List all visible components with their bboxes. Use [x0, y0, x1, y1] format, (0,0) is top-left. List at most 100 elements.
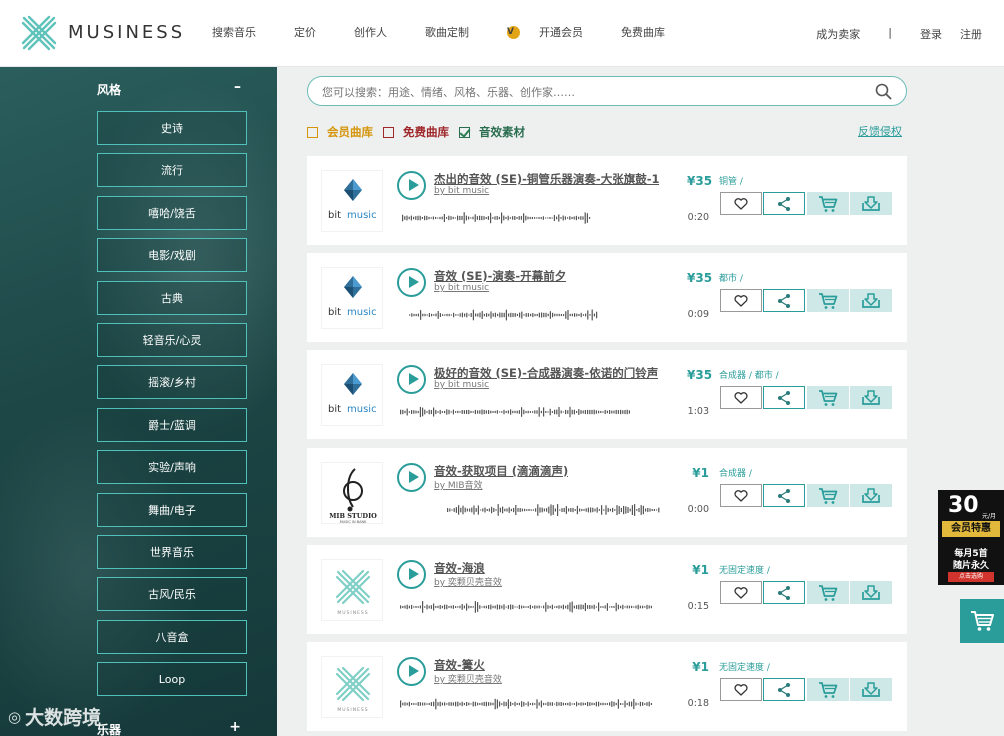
- track-tags[interactable]: 都市 /: [719, 271, 743, 284]
- track-cover[interactable]: bit music: [321, 364, 383, 426]
- add-to-cart-button[interactable]: [807, 289, 849, 312]
- musiness-logo-icon[interactable]: [20, 14, 58, 52]
- track-author[interactable]: by MIB音效: [434, 478, 483, 491]
- favorite-button[interactable]: [720, 289, 762, 312]
- waveform[interactable]: [447, 498, 661, 522]
- add-to-cart-button[interactable]: [807, 386, 849, 409]
- add-to-cart-button[interactable]: [807, 484, 849, 507]
- track-cover[interactable]: bit music: [321, 267, 383, 329]
- login-link[interactable]: 登录: [920, 26, 942, 42]
- sidebar-item-film[interactable]: 电影/戏剧: [97, 238, 247, 273]
- add-to-cart-button[interactable]: [807, 678, 849, 701]
- search-icon[interactable]: [875, 83, 892, 100]
- sidebar-item-experimental[interactable]: 实验/声响: [97, 450, 247, 485]
- track-title[interactable]: 杰出的音效 (SE)-铜管乐器演奏-大张旗鼓-1: [434, 171, 659, 187]
- favorite-button[interactable]: [720, 192, 762, 215]
- checkbox[interactable]: [383, 126, 394, 138]
- register-link[interactable]: 注册: [960, 26, 982, 42]
- play-button[interactable]: [397, 171, 426, 200]
- sidebar-item-jazz[interactable]: 爵士/蓝调: [97, 407, 247, 442]
- checkbox[interactable]: [307, 126, 318, 138]
- share-button[interactable]: [763, 581, 805, 604]
- play-button[interactable]: [397, 560, 426, 589]
- download-button[interactable]: [850, 289, 892, 312]
- sidebar-item-light[interactable]: 轻音乐/心灵: [97, 322, 247, 357]
- track-title[interactable]: 音效-海浪: [434, 560, 485, 576]
- brand-name[interactable]: MUSINESS: [68, 22, 185, 43]
- nav-open-vip[interactable]: V 开通会员: [507, 24, 602, 40]
- sidebar-item-hiphop[interactable]: 嘻哈/饶舌: [97, 195, 247, 230]
- download-button[interactable]: [850, 678, 892, 701]
- download-button[interactable]: [850, 581, 892, 604]
- share-button[interactable]: [763, 289, 805, 312]
- waveform[interactable]: [402, 206, 592, 230]
- favorite-button[interactable]: [720, 386, 762, 409]
- download-button[interactable]: [850, 386, 892, 409]
- track-tags[interactable]: 铜管 /: [719, 174, 743, 187]
- share-button[interactable]: [763, 484, 805, 507]
- track-tags[interactable]: 合成器 / 都市 /: [719, 368, 779, 381]
- nav-custom-song[interactable]: 歌曲定制: [425, 24, 488, 40]
- collapse-icon[interactable]: –: [234, 79, 241, 95]
- nav-free-library[interactable]: 免费曲库: [621, 24, 684, 40]
- track-author[interactable]: by bit music: [434, 283, 489, 293]
- track-cover[interactable]: bit music: [321, 170, 383, 232]
- vip-promo-banner[interactable]: 30 元/月 会员特惠 每月5首 随片永久 点击选购: [938, 490, 1004, 585]
- sidebar-item-dance[interactable]: 舞曲/电子: [97, 492, 247, 527]
- track-author[interactable]: by bit music: [434, 186, 489, 196]
- become-seller-link[interactable]: 成为卖家: [816, 26, 860, 42]
- waveform[interactable]: [400, 400, 632, 424]
- expand-icon[interactable]: +: [229, 719, 241, 735]
- play-button[interactable]: [397, 365, 426, 394]
- track-title[interactable]: 音效-获取项目 (滴滴滴声): [434, 463, 568, 479]
- track-title[interactable]: 音效 (SE)-演奏-开幕前夕: [434, 268, 566, 284]
- floating-cart-button[interactable]: [960, 599, 1004, 643]
- sidebar-section-instrument[interactable]: 乐器 +: [97, 719, 245, 736]
- waveform[interactable]: [409, 303, 599, 327]
- filter-free-library[interactable]: 免费曲库: [383, 124, 449, 140]
- promo-cta[interactable]: 点击选购: [948, 572, 994, 582]
- sidebar-item-epic[interactable]: 史诗: [97, 111, 247, 145]
- track-cover[interactable]: MUSINESS: [321, 559, 383, 621]
- download-button[interactable]: [850, 484, 892, 507]
- sidebar-item-loop[interactable]: Loop: [97, 662, 247, 697]
- share-button[interactable]: [763, 678, 805, 701]
- add-to-cart-button[interactable]: [807, 192, 849, 215]
- favorite-button[interactable]: [720, 484, 762, 507]
- track-title[interactable]: 极好的音效 (SE)-合成器演奏-依诺的门铃声: [434, 365, 658, 381]
- checkbox-checked[interactable]: [459, 126, 470, 138]
- filter-sound-effects[interactable]: 音效素材: [459, 124, 525, 140]
- track-cover[interactable]: MUSINESS: [321, 656, 383, 718]
- play-button[interactable]: [397, 268, 426, 297]
- nav-search-music[interactable]: 搜索音乐: [212, 24, 275, 40]
- track-tags[interactable]: 无固定速度 /: [719, 563, 770, 576]
- track-tags[interactable]: 无固定速度 /: [719, 660, 770, 673]
- sidebar-item-classical[interactable]: 古典: [97, 280, 247, 315]
- track-author[interactable]: by 奕颗贝壳音效: [434, 672, 502, 685]
- download-button[interactable]: [850, 192, 892, 215]
- nav-pricing[interactable]: 定价: [294, 24, 335, 40]
- sidebar-section-style[interactable]: 风格 –: [97, 79, 245, 97]
- sidebar-item-rock[interactable]: 摇滚/乡村: [97, 365, 247, 400]
- track-author[interactable]: by 奕颗贝壳音效: [434, 575, 502, 588]
- share-button[interactable]: [763, 386, 805, 409]
- sidebar-item-folk[interactable]: 古风/民乐: [97, 577, 247, 612]
- nav-creators[interactable]: 创作人: [354, 24, 406, 40]
- waveform[interactable]: [400, 692, 654, 716]
- sidebar-item-musicbox[interactable]: 八音盒: [97, 619, 247, 654]
- track-title[interactable]: 音效-篝火: [434, 657, 485, 673]
- add-to-cart-button[interactable]: [807, 581, 849, 604]
- search-input[interactable]: [322, 83, 862, 101]
- sidebar-item-pop[interactable]: 流行: [97, 153, 247, 188]
- share-button[interactable]: [763, 192, 805, 215]
- track-author[interactable]: by bit music: [434, 380, 489, 390]
- sidebar-item-world[interactable]: 世界音乐: [97, 534, 247, 569]
- report-infringement-link[interactable]: 反馈侵权: [858, 123, 902, 139]
- play-button[interactable]: [397, 657, 426, 686]
- waveform[interactable]: [400, 595, 654, 619]
- track-tags[interactable]: 合成器 /: [719, 466, 752, 479]
- favorite-button[interactable]: [720, 678, 762, 701]
- filter-vip-library[interactable]: 会员曲库: [307, 124, 373, 140]
- favorite-button[interactable]: [720, 581, 762, 604]
- track-cover[interactable]: MIB STUDIO MUSIC IN BANK: [321, 462, 383, 524]
